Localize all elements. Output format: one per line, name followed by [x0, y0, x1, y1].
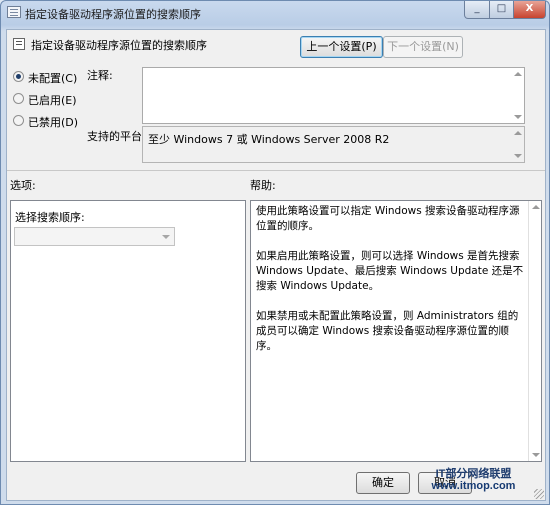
options-heading: 选项:: [10, 179, 36, 192]
comment-textarea[interactable]: [142, 67, 525, 124]
scroll-up-icon[interactable]: [514, 131, 522, 135]
close-button[interactable]: X: [513, 1, 546, 19]
next-setting-button[interactable]: 下一个设置(N): [383, 36, 463, 58]
minimize-icon: _: [474, 3, 480, 14]
policy-setting-icon: [7, 6, 21, 18]
title-bar[interactable]: 指定设备驱动程序源位置的搜索顺序 _ □ X: [1, 1, 549, 25]
comment-scrollbar[interactable]: [511, 68, 524, 123]
help-scrollbar[interactable]: [528, 201, 541, 461]
options-panel: 选择搜索顺序:: [10, 200, 246, 462]
help-panel: 使用此策略设置可以指定 Windows 搜索设备驱动程序源位置的顺序。 如果启用…: [250, 200, 542, 462]
setting-icon: [13, 38, 25, 50]
dialog-body: 指定设备驱动程序源位置的搜索顺序 上一个设置(P) 下一个设置(N) 未配置(C…: [6, 29, 546, 501]
supported-platform-label: 支持的平台:: [87, 130, 146, 143]
supported-platform-value: 至少 Windows 7 或 Windows Server 2008 R2: [148, 133, 390, 146]
window-title: 指定设备驱动程序源位置的搜索顺序: [25, 8, 201, 21]
ok-button[interactable]: 确定: [356, 472, 410, 494]
cancel-button[interactable]: 取消: [418, 472, 472, 494]
chevron-down-icon: [162, 235, 170, 239]
scroll-up-icon[interactable]: [532, 205, 540, 209]
scroll-down-icon[interactable]: [532, 453, 540, 457]
help-paragraph: 如果启用此策略设置，则可以选择 Windows 是首先搜索 Windows Up…: [256, 250, 524, 292]
close-icon: X: [525, 3, 534, 14]
setting-name: 指定设备驱动程序源位置的搜索顺序: [31, 39, 207, 52]
radio-label: 已禁用(D): [28, 116, 79, 129]
supported-platform-box: 至少 Windows 7 或 Windows Server 2008 R2: [142, 126, 525, 163]
policy-dialog-window: 指定设备驱动程序源位置的搜索顺序 _ □ X 指定设备驱动程序源位置的搜索顺序 …: [0, 0, 550, 505]
scroll-up-icon[interactable]: [514, 72, 522, 76]
resize-grip[interactable]: [534, 489, 544, 499]
help-text: 使用此策略设置可以指定 Windows 搜索设备驱动程序源位置的顺序。 如果启用…: [256, 204, 524, 369]
section-divider: [7, 170, 545, 171]
minimize-button[interactable]: _: [464, 1, 490, 19]
radio-button[interactable]: [13, 115, 24, 126]
scroll-down-icon[interactable]: [514, 115, 522, 119]
help-paragraph: 使用此策略设置可以指定 Windows 搜索设备驱动程序源位置的顺序。: [256, 205, 520, 232]
scroll-down-icon[interactable]: [514, 154, 522, 158]
comment-label: 注释:: [87, 69, 113, 82]
help-paragraph: 如果禁用或未配置此策略设置，则 Administrators 组的成员可以确定 …: [256, 310, 519, 352]
help-heading: 帮助:: [250, 179, 276, 192]
maximize-button[interactable]: □: [489, 1, 514, 19]
maximize-icon: □: [496, 3, 507, 14]
platform-scrollbar[interactable]: [511, 127, 524, 162]
search-order-label: 选择搜索顺序:: [15, 211, 85, 224]
search-order-dropdown[interactable]: [14, 227, 175, 246]
previous-setting-button[interactable]: 上一个设置(P): [300, 36, 383, 58]
radio-label: 已启用(E): [28, 94, 77, 107]
radio-label: 未配置(C): [28, 72, 78, 85]
radio-button[interactable]: [13, 71, 24, 82]
radio-button[interactable]: [13, 93, 24, 104]
